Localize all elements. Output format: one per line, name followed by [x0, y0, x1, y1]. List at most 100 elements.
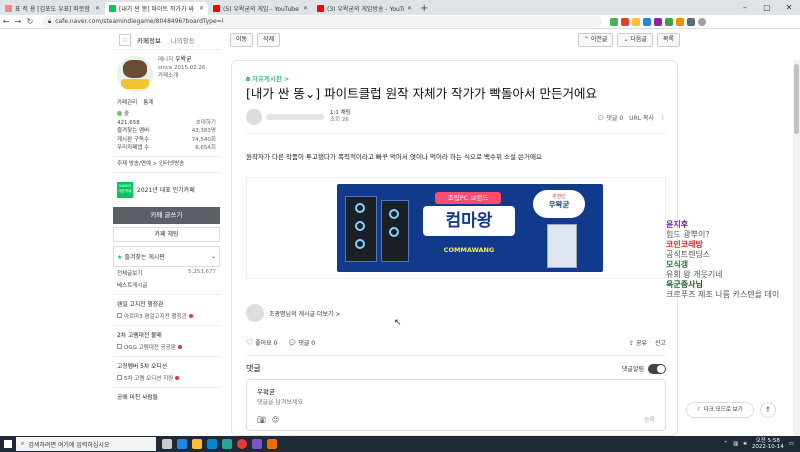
invite-link[interactable]: 초대하기 — [196, 119, 216, 128]
comment-alert-toggle[interactable] — [648, 363, 666, 374]
extension-icon[interactable] — [643, 17, 651, 26]
tray-chevron-icon[interactable]: ⌃ — [724, 441, 729, 447]
back-icon[interactable]: ← — [0, 17, 12, 26]
minimize-icon[interactable]: – — [734, 0, 756, 15]
app-icon[interactable] — [222, 439, 232, 449]
like-count[interactable]: 좋아요 0 — [255, 338, 277, 347]
next-post-button[interactable]: ⌄ 다음글 — [617, 33, 653, 47]
pc-case-image — [547, 224, 577, 268]
close-icon[interactable]: ✕ — [199, 5, 204, 12]
cafe-profile: 매니저 우왁굳 since 2015.02.26. 카페소개 — [113, 50, 220, 98]
camera-icon[interactable]: 📷︎ — [257, 416, 266, 424]
extension-icon[interactable] — [621, 17, 629, 26]
board-item[interactable]: 5차 고멤 오디션 지원 — [113, 372, 220, 384]
comment-count[interactable]: 댓글 0 — [298, 338, 315, 347]
browser-tab-1[interactable]: 표 적 용 [김포도 우표] 따뜻함 ✕ — [1, 2, 104, 15]
tab-my-activity[interactable]: 나의활동 — [171, 35, 195, 45]
share-icon: ⇪ — [628, 340, 636, 347]
close-icon[interactable]: ✕ — [303, 5, 308, 12]
browser-tab-3[interactable]: (5) 우왁굳의 게임 - YouTube ✕ — [209, 2, 312, 15]
tab-cafe-info[interactable]: 카페정보 — [137, 35, 161, 45]
cafe-theme[interactable]: 주제 방송/연예 > 인터넷방송 — [113, 160, 220, 169]
extension-icon[interactable] — [665, 17, 673, 26]
heart-icon[interactable]: ♡ — [246, 338, 253, 347]
notification-icon[interactable]: ▭ — [789, 441, 794, 447]
write-post-button[interactable]: 카페 글쓰기 — [113, 206, 220, 224]
cafe-logo[interactable] — [117, 56, 153, 92]
mouse-cursor-icon: ↖ — [394, 318, 402, 328]
page-content: ☆ 카페정보 나의활동 매니저 우왁굳 since 2015.02.26. 카페… — [0, 30, 800, 452]
board-item[interactable]: OGG 고멤대전 공공판 — [113, 341, 220, 353]
maximize-icon[interactable]: ▢ — [756, 0, 778, 15]
report-button[interactable]: 신고 — [655, 338, 666, 347]
favorite-boards-header[interactable]: ★ 즐겨찾는 게시판 ⌄ — [113, 245, 220, 267]
new-tab-button[interactable]: + — [420, 2, 428, 15]
extension-icon[interactable] — [676, 17, 684, 26]
extension-icon[interactable] — [632, 17, 640, 26]
volume-icon[interactable]: 🔊︎ — [743, 441, 746, 448]
comment-submit-button[interactable]: 등록 — [644, 415, 655, 424]
board-item-all[interactable]: 전체글보기 5,253,677 — [113, 267, 220, 279]
list-button[interactable]: 목록 — [656, 33, 680, 47]
page-scrollbar[interactable] — [793, 60, 800, 452]
store-icon[interactable] — [207, 439, 217, 449]
youtube-icon — [317, 5, 324, 12]
share-button[interactable]: ⇪ 공유 — [629, 338, 647, 347]
cafe-intro-link[interactable]: 카페소개 — [158, 72, 207, 80]
windows-start-icon[interactable] — [0, 436, 16, 452]
comment-icon[interactable]: 💬︎ — [287, 339, 296, 347]
moon-icon: ☾ — [697, 407, 704, 413]
network-icon[interactable]: ▥ — [733, 441, 738, 447]
comment-input[interactable] — [257, 399, 557, 406]
edge-icon[interactable] — [177, 439, 187, 449]
member-count[interactable]: 421,658 — [117, 119, 140, 128]
task-view-icon[interactable] — [162, 439, 172, 449]
move-button[interactable]: 이동 — [230, 33, 254, 47]
comment-count-link[interactable]: 💬︎ 댓글 0 — [597, 113, 623, 122]
extension-icon[interactable] — [654, 17, 662, 26]
cafe-stats-link[interactable]: 통계 — [143, 98, 153, 106]
star-icon[interactable]: ☆ — [119, 33, 131, 46]
sidebar-tabs: ☆ 카페정보 나의활동 — [113, 30, 220, 50]
folder-icon[interactable] — [192, 439, 202, 449]
browser-tab-4[interactable]: (3) 우왁굳의 게임방송 - YouTub ✕ — [313, 2, 416, 15]
author-name-blurred[interactable] — [266, 114, 324, 120]
board-item[interactable]: 아르마3 왠일고지전 행정관 — [113, 310, 220, 322]
one-on-one-chat-link[interactable]: 1:1 채팅 — [330, 110, 351, 117]
board-item-best[interactable]: 베스트게시글 — [113, 279, 220, 291]
pc-case-image — [381, 200, 409, 262]
chevron-down-icon[interactable]: ⌄ — [211, 253, 216, 260]
close-icon[interactable]: ✕ — [95, 5, 100, 12]
extension-icon[interactable] — [610, 17, 618, 26]
close-window-icon[interactable]: ✕ — [778, 0, 800, 15]
cafe-manage-link[interactable]: 카페관리 — [117, 98, 137, 106]
view-count: 조회 26 — [330, 117, 349, 123]
browser-tab-2[interactable]: [내가 싼 똥] 파이트 작가가 싸 ✕ — [105, 2, 208, 15]
close-icon[interactable]: ✕ — [407, 5, 412, 12]
url-input[interactable]: 🔒︎ cafe.naver.com/steamindiegame/8048496… — [42, 16, 602, 27]
chrome-icon[interactable] — [237, 439, 247, 449]
windows-taskbar: ⌕ 검색하려면 여기에 입력하십시오 ⌃ ▥ 🔊︎ 오전 5:58 2022-1… — [0, 436, 800, 452]
prev-post-button[interactable]: ⌃ 이전글 — [577, 33, 614, 47]
taskbar-search[interactable]: ⌕ 검색하려면 여기에 입력하십시오 — [16, 437, 156, 451]
scroll-top-button[interactable]: ↑ — [760, 402, 776, 418]
dark-mode-button[interactable]: ☾ 다크 모드로 보기 — [686, 402, 754, 418]
comment-user: 우왁굳 — [257, 388, 275, 396]
forward-icon[interactable]: → — [12, 17, 24, 26]
avatar[interactable] — [246, 109, 262, 125]
more-icon[interactable]: ⋮ — [660, 114, 666, 121]
emoji-icon[interactable]: ☺ — [272, 416, 279, 424]
cafe-chat-button[interactable]: 카페 채팅 — [113, 226, 220, 242]
app-icon[interactable] — [267, 439, 277, 449]
ad-banner[interactable]: 조립PC 브랜드 컴마왕 COMMAWANG 추천인 우왁굳 — [337, 184, 603, 272]
profile-avatar[interactable] — [698, 17, 706, 26]
reload-icon[interactable]: ↻ — [24, 17, 36, 26]
app-icon[interactable] — [252, 439, 262, 449]
extension-icon[interactable] — [687, 17, 695, 26]
delete-button[interactable]: 삭제 — [257, 33, 281, 47]
url-copy-button[interactable]: URL 복사 — [629, 113, 654, 122]
clock[interactable]: 오전 5:58 2022-10-14 — [752, 438, 784, 451]
chevron-up-icon: ⌃ — [583, 36, 591, 43]
writer-more-link[interactable]: 조광명님의 게시글 더보기 > — [246, 304, 340, 322]
manager-name[interactable]: 우왁굳 — [175, 56, 192, 63]
